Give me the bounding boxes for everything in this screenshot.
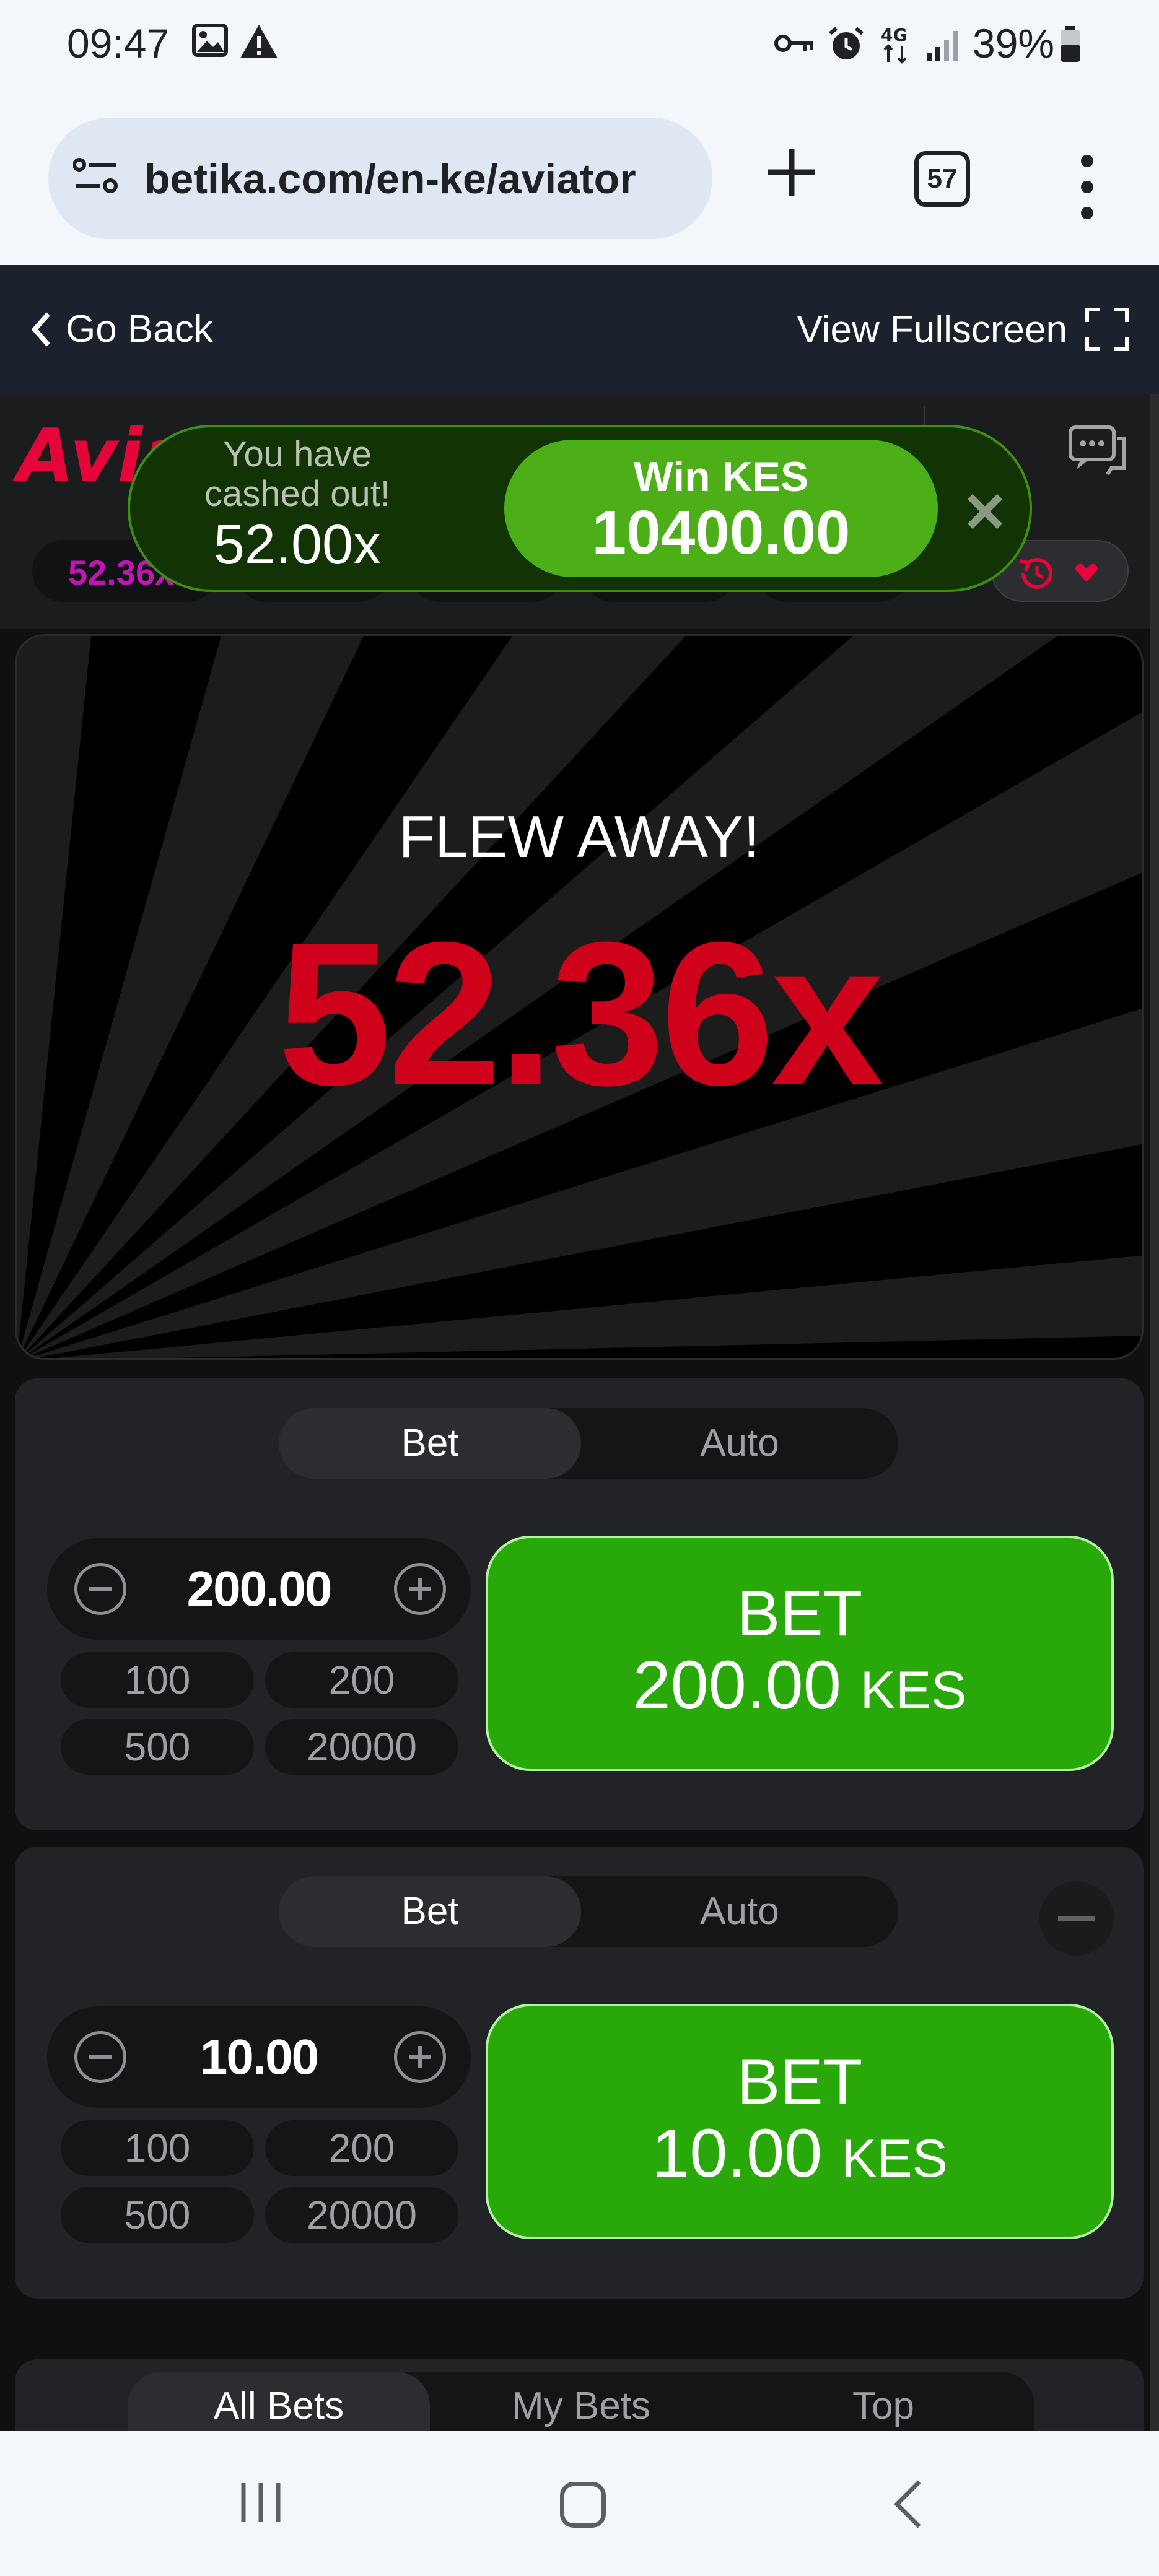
bet-button-amount-line: 10.00 KES xyxy=(488,2117,1111,2196)
quick-amount-button[interactable]: 200 xyxy=(265,1652,458,1708)
quick-amount-button[interactable]: 20000 xyxy=(265,2187,458,2243)
signal-icon xyxy=(925,27,960,65)
quick-amount-button[interactable]: 500 xyxy=(61,1719,254,1775)
status-bar: 09:47 4G 39% xyxy=(0,0,1159,93)
quick-amount-button[interactable]: 100 xyxy=(61,2120,254,2176)
increase-amount-button[interactable] xyxy=(394,2031,446,2083)
chevron-left-icon xyxy=(31,311,51,347)
battery-level: 39% xyxy=(973,20,1055,66)
tab-my-bets[interactable]: My Bets xyxy=(430,2372,732,2440)
bet-mode-tabs: Bet Auto xyxy=(279,1408,898,1479)
increase-amount-button[interactable] xyxy=(394,1563,446,1615)
go-back-label: Go Back xyxy=(66,308,213,350)
bet-mode-tabs: Bet Auto xyxy=(279,1876,898,1947)
tab-auto[interactable]: Auto xyxy=(588,1408,891,1479)
tab-auto[interactable]: Auto xyxy=(588,1876,891,1947)
crash-multiplier: 52.36x xyxy=(278,899,884,1128)
tab-top[interactable]: Top xyxy=(732,2372,1034,2440)
close-icon[interactable] xyxy=(960,487,1010,536)
tab-switcher-button[interactable]: 57 xyxy=(914,151,970,207)
cashout-multiplier: 52.00x xyxy=(213,514,382,576)
browser-toolbar: betika.com/en-ke/aviator 57 xyxy=(0,93,1159,265)
site-settings-icon[interactable] xyxy=(72,156,120,200)
bet-button[interactable]: BET 10.00 KES xyxy=(486,2004,1114,2239)
win-amount: 10400.00 xyxy=(592,498,851,567)
fullscreen-label: View Fullscreen xyxy=(797,308,1067,351)
game-canvas: FLEW AWAY! 52.36x xyxy=(15,634,1144,1360)
flew-away-text: FLEW AWAY! xyxy=(398,804,760,870)
svg-text:4G: 4G xyxy=(881,25,907,45)
page-scrollbar[interactable] xyxy=(1150,394,1159,2437)
bet-panel-2: Bet Auto 10.00 100 200 500 20000 BET 10.… xyxy=(15,1847,1144,2299)
bet-amount-stepper: 200.00 xyxy=(47,1538,471,1640)
view-fullscreen-button[interactable]: View Fullscreen xyxy=(797,307,1129,352)
back-icon[interactable] xyxy=(892,2479,923,2532)
bets-list-panel: All Bets My Bets Top xyxy=(15,2359,1144,2440)
bet-button[interactable]: BET 200.00 KES xyxy=(486,1536,1114,1771)
alarm-icon xyxy=(828,26,865,65)
image-icon xyxy=(192,24,228,60)
fullscreen-icon xyxy=(1085,308,1129,351)
new-tab-button[interactable] xyxy=(761,141,823,203)
bets-tabs: All Bets My Bets Top xyxy=(128,2372,1034,2440)
recent-apps-icon[interactable] xyxy=(238,2481,283,2527)
toast-message-text: You have cashed out! xyxy=(204,434,390,514)
key-icon xyxy=(774,31,815,59)
warning-icon xyxy=(239,24,279,63)
url-text: betika.com/en-ke/aviator xyxy=(144,155,636,202)
bet-panel-1: Bet Auto 200.00 100 200 500 20000 BET 20… xyxy=(15,1378,1144,1830)
bet-button-currency: KES xyxy=(841,2129,948,2188)
quick-amount-button[interactable]: 200 xyxy=(265,2120,458,2176)
tab-count: 57 xyxy=(927,163,958,194)
history-icon xyxy=(1019,557,1052,589)
remove-bet-panel-button[interactable] xyxy=(1039,1881,1114,1956)
bet-amount-input[interactable]: 200.00 xyxy=(134,1560,384,1617)
4g-icon: 4G xyxy=(880,25,912,67)
status-time: 09:47 xyxy=(67,20,170,66)
win-badge: Win KES 10400.00 xyxy=(504,440,938,577)
go-back-button[interactable]: Go Back xyxy=(30,307,213,351)
tab-bet[interactable]: Bet xyxy=(279,1876,581,1947)
cashout-toast: You have cashed out! 52.00x Win KES 1040… xyxy=(128,425,1032,592)
home-icon[interactable] xyxy=(560,2482,606,2528)
quick-amount-button[interactable]: 500 xyxy=(61,2187,254,2243)
tab-all-bets[interactable]: All Bets xyxy=(128,2372,430,2440)
caret-down-icon xyxy=(1075,564,1098,582)
site-top-nav: Go Back View Fullscreen xyxy=(0,265,1159,394)
bet-amount-stepper: 10.00 xyxy=(47,2006,471,2108)
bet-button-amount: 200.00 xyxy=(632,1647,841,1723)
quick-amount-button[interactable]: 20000 xyxy=(265,1719,458,1775)
bet-button-amount-line: 200.00 KES xyxy=(488,1648,1111,1728)
bet-button-amount: 10.00 xyxy=(652,2115,823,2191)
bet-button-currency: KES xyxy=(860,1661,967,1720)
bet-button-label: BET xyxy=(737,1578,863,1650)
win-label: Win KES xyxy=(633,453,809,500)
bet-button-label: BET xyxy=(737,2046,863,2118)
decrease-amount-button[interactable] xyxy=(74,1563,126,1615)
chat-icon[interactable] xyxy=(1068,425,1127,481)
decrease-amount-button[interactable] xyxy=(74,2031,126,2083)
system-nav-bar xyxy=(0,2431,1159,2576)
address-bar[interactable]: betika.com/en-ke/aviator xyxy=(48,118,712,239)
tab-bet[interactable]: Bet xyxy=(279,1408,581,1479)
browser-menu-button[interactable] xyxy=(1075,155,1100,235)
toast-message: You have cashed out! 52.00x xyxy=(173,434,421,577)
bet-amount-input[interactable]: 10.00 xyxy=(134,2029,384,2086)
battery-icon xyxy=(1059,26,1082,66)
quick-amount-button[interactable]: 100 xyxy=(61,1652,254,1708)
